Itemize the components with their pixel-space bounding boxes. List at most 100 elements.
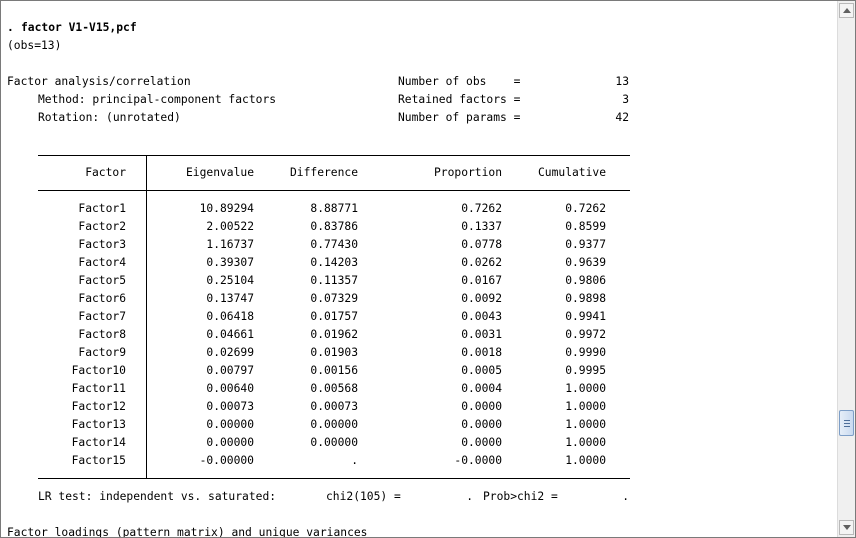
- cell-factor-name: Factor12: [71, 400, 126, 413]
- cell-cumulative: 0.9972: [565, 328, 606, 341]
- method-label: Method: principal-component factors: [38, 93, 277, 106]
- lr-test-prob-value: .: [622, 490, 629, 503]
- cell-eigenvalue: 0.00640: [206, 382, 254, 395]
- cell-cumulative: 1.0000: [565, 400, 606, 413]
- cell-factor-name: Factor15: [71, 454, 126, 467]
- cell-difference: 0.11357: [310, 274, 358, 287]
- cell-factor-name: Factor4: [78, 256, 126, 269]
- cell-eigenvalue: 1.16737: [206, 238, 254, 251]
- cell-eigenvalue: 0.13747: [206, 292, 254, 305]
- cell-factor-name: Factor3: [78, 238, 126, 251]
- cell-factor-name: Factor7: [78, 310, 126, 323]
- cell-cumulative: 0.9377: [565, 238, 606, 251]
- column-header-factor: Factor: [85, 166, 126, 179]
- cell-difference: .: [351, 454, 358, 467]
- cell-factor-name: Factor8: [78, 328, 126, 341]
- cell-cumulative: 0.8599: [565, 220, 606, 233]
- cell-factor-name: Factor2: [78, 220, 126, 233]
- cell-factor-name: Factor9: [78, 346, 126, 359]
- cell-proportion: 0.0167: [461, 274, 502, 287]
- next-section-title: Factor loadings (pattern matrix) and uni…: [7, 526, 368, 537]
- cell-cumulative: 0.9639: [565, 256, 606, 269]
- cell-proportion: 0.0004: [461, 382, 502, 395]
- cell-factor-name: Factor6: [78, 292, 126, 305]
- table-header-rule: [38, 190, 630, 191]
- command-prompt: .: [7, 21, 14, 34]
- cell-cumulative: 0.9995: [565, 364, 606, 377]
- cell-difference: 0.01757: [310, 310, 358, 323]
- cell-difference: 0.77430: [310, 238, 358, 251]
- cell-difference: 0.00568: [310, 382, 358, 395]
- cell-proportion: 0.0043: [461, 310, 502, 323]
- column-header-eigenvalue: Eigenvalue: [185, 166, 254, 179]
- cell-factor-name: Factor14: [71, 436, 126, 449]
- arrow-up-icon[interactable]: [839, 3, 854, 18]
- cell-eigenvalue: 0.06418: [206, 310, 254, 323]
- stat-label-params: Number of params =: [398, 111, 521, 124]
- stat-label-retained: Retained factors =: [398, 93, 521, 106]
- cell-eigenvalue: 0.00797: [206, 364, 254, 377]
- cell-difference: 0.01903: [310, 346, 358, 359]
- cell-eigenvalue: 2.00522: [206, 220, 254, 233]
- cell-proportion: 0.1337: [461, 220, 502, 233]
- table-bottom-rule: [38, 478, 630, 479]
- cell-cumulative: 1.0000: [565, 454, 606, 467]
- cell-proportion: 0.0000: [461, 418, 502, 431]
- cell-proportion: 0.0000: [461, 436, 502, 449]
- cell-proportion: 0.0778: [461, 238, 502, 251]
- cell-proportion: 0.7262: [461, 202, 502, 215]
- cell-factor-name: Factor5: [78, 274, 126, 287]
- cell-cumulative: 0.9806: [565, 274, 606, 287]
- cell-cumulative: 0.9941: [565, 310, 606, 323]
- cell-proportion: 0.0018: [461, 346, 502, 359]
- lr-test-prob-label: Prob>chi2 =: [483, 490, 558, 503]
- cell-factor-name: Factor13: [71, 418, 126, 431]
- cell-difference: 0.07329: [310, 292, 358, 305]
- cell-factor-name: Factor11: [71, 382, 126, 395]
- cell-eigenvalue: 10.89294: [199, 202, 254, 215]
- cell-difference: 0.83786: [310, 220, 358, 233]
- cell-factor-name: Factor1: [78, 202, 126, 215]
- lr-test-chi2-value: .: [466, 490, 473, 503]
- cell-proportion: 0.0005: [461, 364, 502, 377]
- cell-eigenvalue: 0.39307: [206, 256, 254, 269]
- cell-difference: 0.00000: [310, 418, 358, 431]
- scrollbar-thumb[interactable]: [839, 410, 854, 436]
- cell-cumulative: 1.0000: [565, 418, 606, 431]
- cell-eigenvalue: 0.00073: [206, 400, 254, 413]
- obs-note: (obs=13): [7, 39, 62, 52]
- results-pane: . factor V1-V15,pcf (obs=13) Factor anal…: [1, 1, 837, 537]
- stat-value-obs: 13: [615, 75, 629, 88]
- cell-proportion: 0.0262: [461, 256, 502, 269]
- table-top-rule: [38, 155, 630, 156]
- results-window: . factor V1-V15,pcf (obs=13) Factor anal…: [0, 0, 856, 538]
- cell-factor-name: Factor10: [71, 364, 126, 377]
- cell-cumulative: 1.0000: [565, 382, 606, 395]
- cell-eigenvalue: 0.00000: [206, 418, 254, 431]
- lr-test-label: LR test: independent vs. saturated:: [38, 490, 277, 503]
- cell-proportion: -0.0000: [454, 454, 502, 467]
- column-header-proportion: Proportion: [433, 166, 502, 179]
- cell-eigenvalue: 0.25104: [206, 274, 254, 287]
- stat-label-obs: Number of obs =: [398, 75, 521, 88]
- table-column-divider: [146, 155, 147, 479]
- column-header-difference: Difference: [289, 166, 358, 179]
- cell-difference: 0.00073: [310, 400, 358, 413]
- column-header-cumulative: Cumulative: [537, 166, 606, 179]
- cell-eigenvalue: 0.04661: [206, 328, 254, 341]
- vertical-scrollbar[interactable]: [837, 1, 855, 537]
- cell-eigenvalue: -0.00000: [199, 454, 254, 467]
- cell-difference: 0.01962: [310, 328, 358, 341]
- cell-difference: 0.14203: [310, 256, 358, 269]
- cell-cumulative: 0.9990: [565, 346, 606, 359]
- cell-eigenvalue: 0.00000: [206, 436, 254, 449]
- cell-proportion: 0.0000: [461, 400, 502, 413]
- command-text: factor V1-V15,pcf: [21, 21, 137, 34]
- cell-difference: 0.00000: [310, 436, 358, 449]
- cell-eigenvalue: 0.02699: [206, 346, 254, 359]
- arrow-down-icon[interactable]: [839, 520, 854, 535]
- analysis-title: Factor analysis/correlation: [7, 75, 191, 88]
- cell-cumulative: 1.0000: [565, 436, 606, 449]
- cell-difference: 8.88771: [310, 202, 358, 215]
- cell-proportion: 0.0092: [461, 292, 502, 305]
